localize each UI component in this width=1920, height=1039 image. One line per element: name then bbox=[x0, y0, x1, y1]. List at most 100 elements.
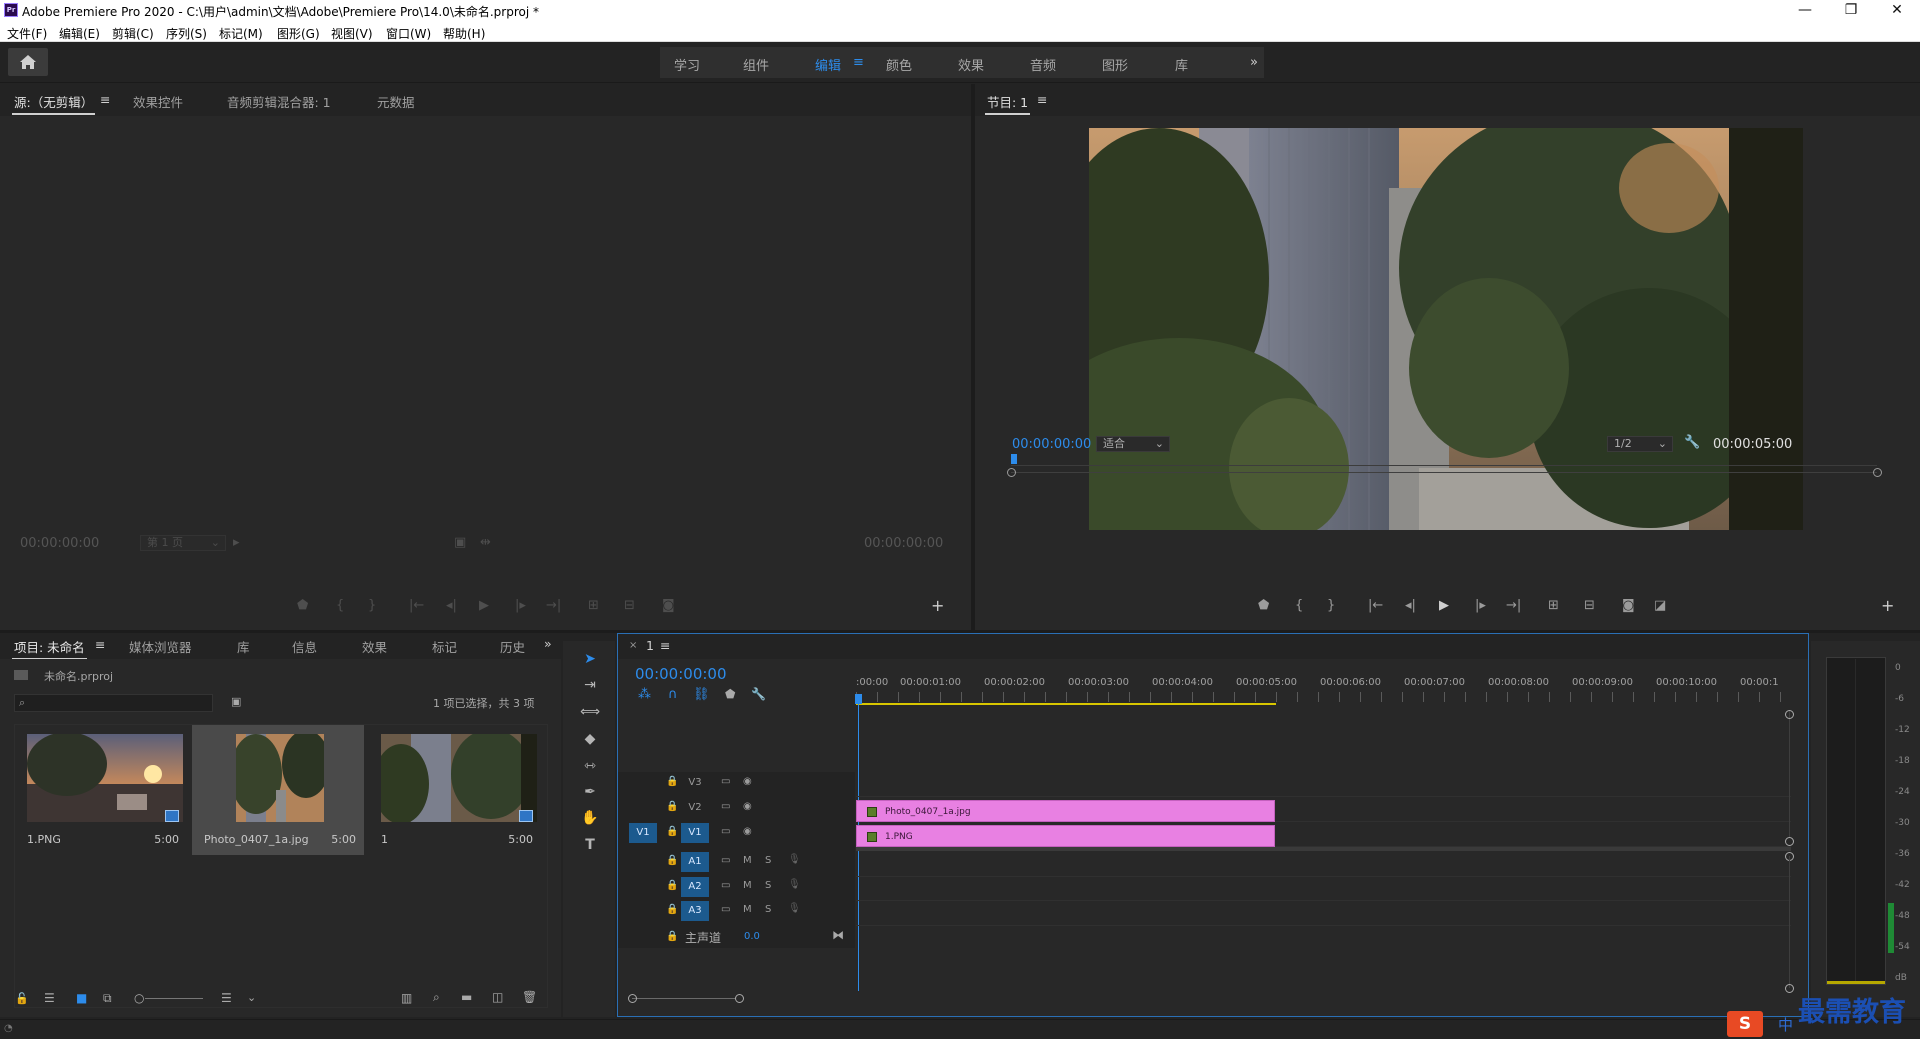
go-to-out-icon[interactable]: →| bbox=[546, 598, 561, 613]
source-timecode[interactable]: 00:00:00:00 bbox=[20, 536, 99, 551]
collapse-tracks-icon[interactable]: ⧓ bbox=[832, 928, 844, 942]
workspace-menu-icon[interactable]: ≡ bbox=[853, 55, 864, 70]
menu-edit[interactable]: 编辑(E) bbox=[59, 25, 100, 42]
pen-tool-icon[interactable]: ✒ bbox=[579, 784, 601, 804]
track-label-a1[interactable]: A1 bbox=[681, 852, 709, 872]
timeline-zoom-scroll[interactable] bbox=[632, 998, 735, 999]
tab-audio-clip-mixer[interactable]: 音频剪辑混合器: 1 bbox=[227, 92, 331, 111]
work-area-bar[interactable] bbox=[856, 703, 1276, 705]
maximize-button[interactable]: ❐ bbox=[1828, 0, 1874, 22]
go-to-out-icon[interactable]: →| bbox=[1506, 598, 1521, 613]
tab-project[interactable]: 项目: 未命名 bbox=[12, 637, 87, 660]
menu-file[interactable]: 文件(F) bbox=[7, 25, 47, 42]
wrench-icon[interactable]: 🔧 bbox=[1684, 435, 1700, 450]
new-item-icon[interactable]: ◫ bbox=[492, 990, 503, 1004]
list-item[interactable]: 1 5:00 bbox=[369, 725, 541, 855]
video-scroll-bottom-handle[interactable] bbox=[1785, 837, 1794, 846]
mic-icon[interactable]: 🎙 bbox=[788, 903, 801, 914]
solo-button[interactable]: S bbox=[765, 855, 771, 866]
list-item[interactable]: Photo_0407_1a.jpg 5:00 bbox=[192, 725, 364, 855]
selection-tool-icon[interactable]: ➤ bbox=[579, 651, 601, 671]
mic-icon[interactable]: 🎙 bbox=[788, 879, 801, 890]
panel-more-icon[interactable]: » bbox=[544, 636, 552, 651]
list-view-icon[interactable]: ☰ bbox=[44, 991, 55, 1005]
workspace-tab-assembly[interactable]: 组件 bbox=[743, 55, 769, 74]
zoom-scroll-left-handle[interactable] bbox=[628, 994, 637, 1003]
mute-button[interactable]: M bbox=[743, 904, 752, 915]
lock-icon[interactable]: 🔒 bbox=[666, 855, 678, 866]
lock-icon[interactable]: 🔒 bbox=[666, 776, 678, 787]
mute-button[interactable]: M bbox=[743, 880, 752, 891]
ime-mode-indicator[interactable]: 中 bbox=[1778, 1014, 1793, 1035]
project-menu-icon[interactable]: ≡ bbox=[95, 637, 105, 652]
solo-button[interactable]: S bbox=[765, 880, 771, 891]
timeline-timecode[interactable]: 00:00:00:00 bbox=[635, 665, 727, 683]
sync-lock-icon[interactable]: ▭ bbox=[721, 855, 730, 866]
clip-1png[interactable]: 1.PNG bbox=[856, 825, 1275, 847]
source-zoom-icon[interactable]: ⇹ bbox=[480, 535, 491, 550]
zoom-slider-handle[interactable]: ○ bbox=[134, 991, 144, 1005]
nest-toggle-icon[interactable]: ⁂ bbox=[638, 687, 651, 702]
extract-icon[interactable]: ⊟ bbox=[1584, 598, 1595, 613]
sogou-ime-icon[interactable]: S bbox=[1727, 1011, 1763, 1037]
scroll-handle-right[interactable] bbox=[1873, 468, 1882, 477]
fit-select[interactable]: 适合 ⌄ bbox=[1096, 436, 1170, 452]
tab-program[interactable]: 节目: 1 bbox=[984, 92, 1031, 115]
mark-in-icon[interactable]: { bbox=[336, 598, 344, 613]
wrench-icon[interactable]: 🔧 bbox=[751, 687, 766, 701]
ripple-edit-tool-icon[interactable]: ⟺ bbox=[579, 704, 601, 724]
menu-view[interactable]: 视图(V) bbox=[331, 25, 373, 42]
tab-effects[interactable]: 效果 bbox=[362, 637, 387, 656]
overwrite-icon[interactable]: ⊟ bbox=[624, 598, 635, 613]
sync-lock-icon[interactable]: ▭ bbox=[721, 904, 730, 915]
comparison-view-icon[interactable]: ◪ bbox=[1654, 598, 1666, 613]
menu-clip[interactable]: 剪辑(C) bbox=[112, 25, 154, 42]
mic-icon[interactable]: 🎙 bbox=[788, 854, 801, 865]
export-frame-icon[interactable]: ◙ bbox=[1622, 598, 1635, 613]
list-item[interactable]: 1.PNG 5:00 bbox=[15, 725, 187, 855]
new-bin-icon[interactable]: ▬ bbox=[461, 990, 472, 1004]
tab-sequence[interactable]: 1 bbox=[646, 638, 654, 653]
timeline-menu-icon[interactable]: ≡ bbox=[660, 638, 670, 653]
play-arrow-icon[interactable]: ▸ bbox=[233, 535, 240, 550]
close-sequence-icon[interactable]: × bbox=[629, 640, 637, 651]
mark-out-icon[interactable]: } bbox=[1327, 598, 1335, 613]
snap-icon[interactable]: ∩ bbox=[668, 687, 678, 702]
menu-window[interactable]: 窗口(W) bbox=[386, 25, 431, 42]
home-button[interactable] bbox=[8, 48, 48, 76]
source-settings-icon[interactable]: ▣ bbox=[454, 535, 466, 550]
scroll-handle-left[interactable] bbox=[1007, 468, 1016, 477]
workspace-tab-graphics[interactable]: 图形 bbox=[1102, 55, 1128, 74]
solo-button[interactable]: S bbox=[765, 904, 771, 915]
tab-history[interactable]: 历史 bbox=[500, 637, 525, 656]
step-forward-icon[interactable]: |▸ bbox=[515, 598, 526, 613]
lock-icon[interactable]: 🔒 bbox=[666, 801, 678, 812]
menu-sequence[interactable]: 序列(S) bbox=[166, 25, 207, 42]
razor-tool-icon[interactable]: ◆ bbox=[579, 731, 601, 751]
add-marker-icon[interactable]: ⬟ bbox=[1258, 598, 1269, 613]
film-sync-icon[interactable]: ▭ bbox=[721, 776, 730, 787]
track-select-tool-icon[interactable]: ⇥ bbox=[579, 677, 601, 697]
audio-scroll-bottom-handle[interactable] bbox=[1785, 984, 1794, 993]
go-to-in-icon[interactable]: |← bbox=[409, 598, 424, 613]
add-marker-icon[interactable]: ⬟ bbox=[297, 598, 308, 613]
film-sync-icon[interactable]: ▭ bbox=[721, 826, 730, 837]
clip-photo[interactable]: Photo_0407_1a.jpg bbox=[856, 800, 1275, 822]
trash-icon[interactable]: 🗑 bbox=[522, 990, 537, 1004]
track-label-a3[interactable]: A3 bbox=[681, 901, 709, 921]
track-label-v1[interactable]: V1 bbox=[681, 823, 709, 843]
workspace-tab-libraries[interactable]: 库 bbox=[1175, 55, 1188, 74]
film-sync-icon[interactable]: ▭ bbox=[721, 801, 730, 812]
mark-in-icon[interactable]: { bbox=[1295, 598, 1303, 613]
add-marker-icon[interactable]: ⬟ bbox=[725, 687, 735, 701]
eye-icon[interactable]: ◉ bbox=[743, 826, 752, 837]
program-time-ruler[interactable] bbox=[1007, 454, 1882, 478]
video-scroll-top-handle[interactable] bbox=[1785, 710, 1794, 719]
slip-tool-icon[interactable]: ⇿ bbox=[579, 758, 601, 778]
add-button-icon[interactable]: + bbox=[1881, 596, 1894, 615]
eye-icon[interactable]: ◉ bbox=[743, 776, 752, 787]
tab-media-browser[interactable]: 媒体浏览器 bbox=[129, 637, 192, 656]
tab-libraries[interactable]: 库 bbox=[237, 637, 250, 656]
master-volume-value[interactable]: 0.0 bbox=[744, 931, 760, 942]
lift-icon[interactable]: ⊞ bbox=[1548, 598, 1559, 613]
